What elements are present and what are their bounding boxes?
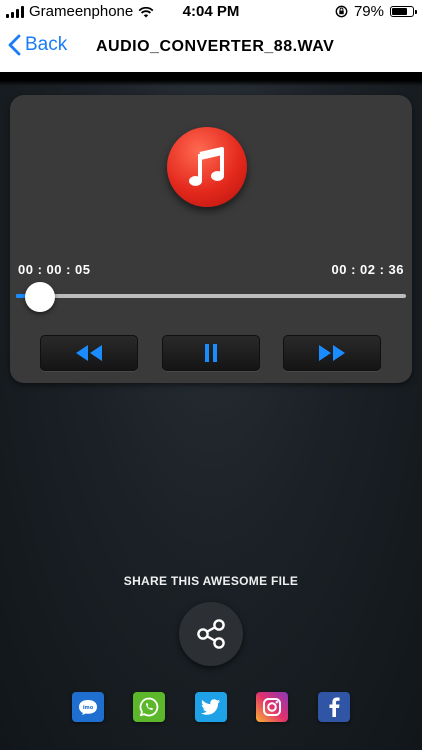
instagram-icon: [263, 698, 281, 716]
navigation-bar: Back AUDIO_CONVERTER_88.WAV: [0, 24, 422, 72]
progress-track[interactable]: [16, 294, 406, 298]
fast-forward-icon: [319, 345, 345, 361]
music-note-icon: [167, 127, 247, 207]
progress-thumb[interactable]: [25, 282, 56, 312]
current-time: 00 : 00 : 05: [18, 262, 91, 277]
page-title: AUDIO_CONVERTER_88.WAV: [96, 38, 335, 55]
battery-percent: 79%: [353, 3, 384, 20]
instagram-share-button[interactable]: [256, 692, 288, 722]
back-label: Back: [25, 34, 68, 55]
pause-icon: [205, 344, 217, 362]
facebook-icon: [329, 697, 340, 717]
facebook-share-button[interactable]: [318, 692, 350, 722]
share-button[interactable]: [179, 602, 243, 666]
status-bar: Grameenphone 4:04 PM 79%: [0, 0, 422, 24]
whatsapp-share-button[interactable]: [133, 692, 165, 722]
svg-text:imo: imo: [83, 705, 94, 711]
rewind-icon: [76, 345, 102, 361]
fast-forward-button[interactable]: [283, 335, 381, 371]
share-label: SHARE THIS AWESOME FILE: [123, 574, 299, 588]
imo-share-button[interactable]: imo: [72, 692, 104, 722]
orientation-lock-icon: [335, 5, 348, 18]
share-icon: [197, 619, 225, 649]
pause-button[interactable]: [162, 335, 260, 371]
imo-icon: imo: [79, 700, 97, 715]
rewind-button[interactable]: [40, 335, 138, 371]
whatsapp-icon: [139, 697, 159, 717]
battery-icon: [390, 6, 417, 17]
player-card: 00 : 00 : 05 00 : 02 : 36: [10, 95, 412, 383]
chevron-left-icon: [8, 34, 21, 56]
status-right: 79%: [335, 3, 417, 20]
back-button[interactable]: Back: [8, 34, 67, 56]
twitter-bird-icon: [201, 699, 220, 715]
twitter-share-button[interactable]: [195, 692, 227, 722]
nav-divider: [0, 72, 422, 86]
total-time: 00 : 02 : 36: [331, 262, 404, 277]
